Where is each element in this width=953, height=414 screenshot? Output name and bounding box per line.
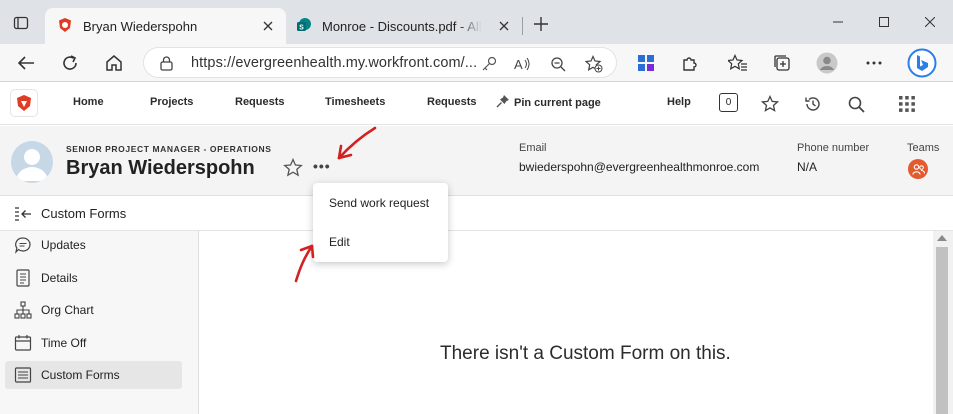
nav-home[interactable]: Home <box>73 96 104 108</box>
nav-timesheets[interactable]: Timesheets <box>325 96 385 108</box>
chat-bubble-icon <box>5 236 41 254</box>
workfront-lion-icon <box>57 17 73 36</box>
window-close-icon[interactable] <box>907 0 953 44</box>
nav-help[interactable]: Help <box>667 96 691 108</box>
form-icon <box>5 366 41 384</box>
nav-requests-2[interactable]: Requests <box>427 96 477 108</box>
profile-avatar-icon[interactable] <box>813 49 841 77</box>
phone-label: Phone number <box>797 142 870 154</box>
sharepoint-icon: S <box>296 17 312 36</box>
document-icon <box>5 269 41 287</box>
bing-copilot-icon[interactable] <box>906 47 938 79</box>
refresh-icon[interactable] <box>56 49 84 77</box>
leftnav-item-custom-forms[interactable]: Custom Forms <box>5 361 182 389</box>
main-content: There isn't a Custom Form on this. <box>200 231 933 414</box>
leftnav-label: Custom Forms <box>41 368 120 382</box>
leftnav-label: Org Chart <box>41 303 94 317</box>
svg-text:A: A <box>514 57 523 72</box>
close-tab-icon[interactable] <box>496 18 512 34</box>
back-arrow-icon[interactable] <box>12 49 40 77</box>
tab-divider <box>522 17 523 35</box>
workfront-logo-icon[interactable] <box>10 89 38 117</box>
nav-projects[interactable]: Projects <box>150 96 193 108</box>
address-bar[interactable]: https://evergreenhealth.my.workfront.com… <box>143 47 617 78</box>
favorites-star-icon[interactable] <box>759 93 781 115</box>
org-chart-icon <box>5 301 41 319</box>
tab-bryan-wiederspohn[interactable]: Bryan Wiederspohn <box>45 8 286 44</box>
more-options-icon[interactable] <box>860 49 888 77</box>
scroll-up-arrow-icon[interactable] <box>937 235 947 241</box>
leftnav-item-updates[interactable]: Updates <box>5 231 182 259</box>
vertical-scrollbar[interactable] <box>933 231 953 414</box>
teams-icon[interactable] <box>908 159 928 179</box>
url-text[interactable]: https://evergreenhealth.my.workfront.com… <box>191 55 477 71</box>
teams-label: Teams <box>907 142 940 154</box>
home-icon[interactable] <box>100 49 128 77</box>
key-icon[interactable] <box>479 54 499 74</box>
workfront-top-nav: Home Projects Requests Timesheets Reques… <box>0 83 953 125</box>
app-launcher-grid-icon[interactable] <box>896 93 918 115</box>
tab-actions-icon[interactable] <box>8 10 34 36</box>
nav-requests[interactable]: Requests <box>235 96 285 108</box>
tab-title: Monroe - Discounts.pdf - All Documents <box>322 18 482 34</box>
extensions-icon[interactable] <box>676 49 704 77</box>
menu-item-edit[interactable]: Edit <box>329 235 350 249</box>
more-actions-button[interactable]: ••• <box>313 158 331 174</box>
add-favorite-icon[interactable] <box>584 54 604 74</box>
email-label: Email <box>519 142 547 154</box>
profile-left-nav: Updates Details Org Chart Time Off Custo… <box>0 231 199 414</box>
read-aloud-icon[interactable]: A <box>512 54 532 74</box>
pin-current-page-label: Pin current page <box>514 96 601 109</box>
section-title: Custom Forms <box>41 206 127 221</box>
more-actions-menu: Send work request Edit <box>313 183 448 262</box>
browser-toolbar: https://evergreenhealth.my.workfront.com… <box>0 44 953 82</box>
calendar-icon <box>5 334 41 352</box>
section-title-bar: Custom Forms <box>0 197 953 231</box>
collapse-panel-icon[interactable] <box>14 206 32 227</box>
tab-title: Bryan Wiederspohn <box>83 18 198 34</box>
tab-monroe-discounts[interactable]: S Monroe - Discounts.pdf - All Documents <box>286 8 522 44</box>
notification-count-badge[interactable]: 0 <box>719 93 738 112</box>
minimize-icon[interactable] <box>815 0 861 44</box>
job-role: SENIOR PROJECT MANAGER - OPERATIONS <box>66 144 272 154</box>
leftnav-item-org-chart[interactable]: Org Chart <box>5 296 182 324</box>
zoom-out-icon[interactable] <box>548 54 568 74</box>
workspace-grid-icon[interactable] <box>632 49 660 77</box>
leftnav-label: Details <box>41 271 78 285</box>
email-value[interactable]: bwiederspohn@evergreenhealthmonroe.com <box>519 160 759 174</box>
leftnav-item-time-off[interactable]: Time Off <box>5 329 182 357</box>
leftnav-label: Time Off <box>41 336 87 350</box>
pin-current-page-button[interactable]: Pin current page <box>496 94 601 111</box>
leftnav-item-details[interactable]: Details <box>5 264 182 292</box>
favorite-star-icon[interactable] <box>283 157 303 182</box>
empty-state-message: There isn't a Custom Form on this. <box>440 343 731 364</box>
svg-text:S: S <box>299 24 304 31</box>
leftnav-label: Updates <box>41 238 86 252</box>
scrollbar-thumb[interactable] <box>936 247 948 414</box>
window-controls <box>815 0 953 44</box>
maximize-icon[interactable] <box>861 0 907 44</box>
pin-icon <box>496 94 510 111</box>
favorites-icon[interactable] <box>724 49 752 77</box>
avatar <box>11 141 53 183</box>
profile-header: SENIOR PROJECT MANAGER - OPERATIONS Brya… <box>0 126 953 196</box>
collections-icon[interactable] <box>768 49 796 77</box>
close-tab-icon[interactable] <box>260 18 276 34</box>
browser-tab-strip: Bryan Wiederspohn S Monroe - Discounts.p… <box>0 0 953 44</box>
lock-icon[interactable] <box>160 56 173 76</box>
user-name: Bryan Wiederspohn <box>66 157 255 179</box>
search-icon[interactable] <box>845 93 867 115</box>
recents-clock-icon[interactable] <box>802 93 824 115</box>
menu-item-send-work-request[interactable]: Send work request <box>329 196 429 210</box>
phone-value: N/A <box>797 160 818 174</box>
new-tab-icon[interactable] <box>530 13 552 35</box>
